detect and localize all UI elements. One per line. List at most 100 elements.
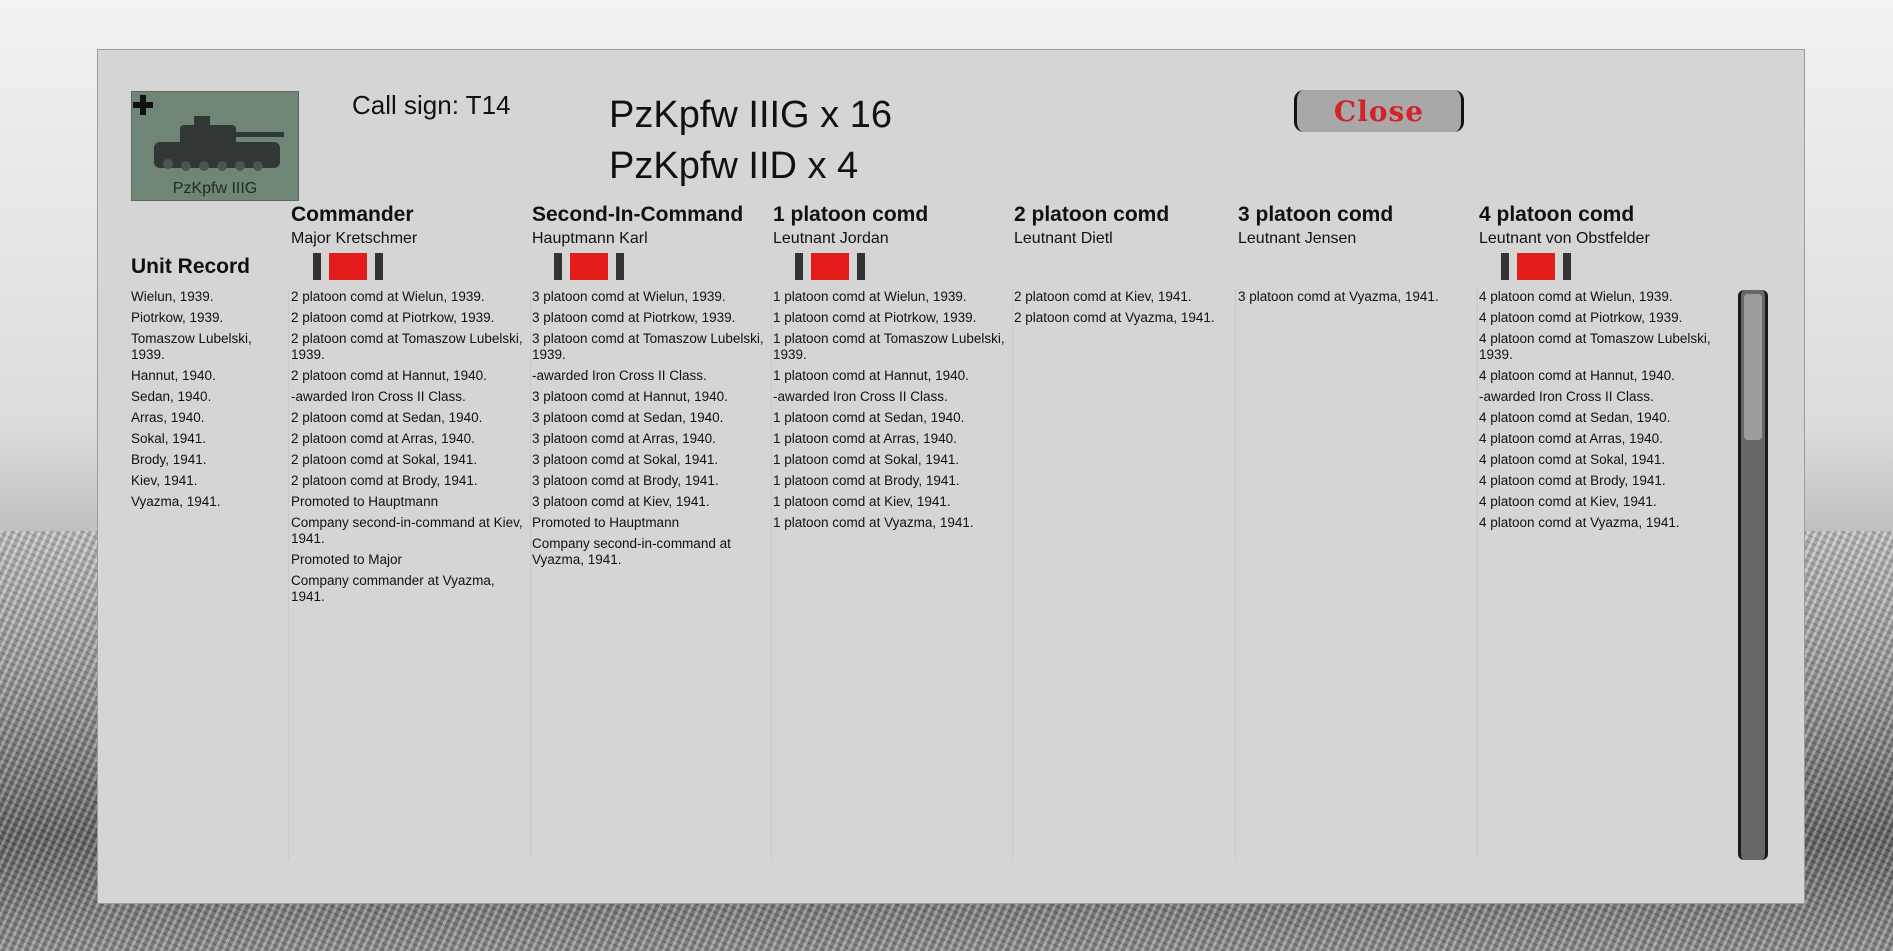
unit-record-title: Unit Record [131,255,251,278]
record-entry: 1 platoon comd at Tomaszow Lubelski, 193… [773,331,1005,362]
officer-name: Leutnant Dietl [1014,230,1113,247]
record-entry: 3 platoon comd at Sokal, 1941. [532,452,719,467]
unit-line: PzKpfw IID x 4 [609,145,859,187]
record-entry: 4 platoon comd at Wielun, 1939. [1479,289,1673,304]
record-entry: 1 platoon comd at Hannut, 1940. [773,368,969,383]
commander-header: Commander Major Kretschmer [291,203,417,248]
unit-record-panel: PzKpfw IIIG Call sign: T14 PzKpfw IIIG x… [97,49,1805,904]
record-entry: 4 platoon comd at Piotrkow, 1939. [1479,310,1683,325]
record-entry: 4 platoon comd at Vyazma, 1941. [1479,515,1680,530]
unit-portrait: PzKpfw IIIG [131,91,299,201]
vertical-scrollbar[interactable] [1738,290,1768,860]
call-sign: Call sign: T14 [352,90,511,120]
iron-cross-ribbon-icon [795,253,865,280]
record-entry: 1 platoon comd at Sokal, 1941. [773,452,960,467]
record-entry: Sedan, 1940. [131,389,212,404]
record-entry: Company second-in-command at Vyazma, 194… [532,536,731,567]
record-entry: 2 platoon comd at Kiev, 1941. [1014,289,1192,304]
record-entry: -awarded Iron Cross II Class. [291,389,466,404]
record-entry: -awarded Iron Cross II Class. [773,389,948,404]
record-entry: 4 platoon comd at Sokal, 1941. [1479,452,1666,467]
record-entry: -awarded Iron Cross II Class. [532,368,707,383]
unit-record-column: Wielun, 1939. Piotrkow, 1939. Tomaszow Lub… [131,289,289,859]
platoon-4-record-column: 4 platoon comd at Wielun, 1939. 4 platoon… [1479,289,1719,859]
record-entry: -awarded Iron Cross II Class. [1479,389,1654,404]
unit-image-label: PzKpfw IIIG [172,180,258,197]
record-entry: 1 platoon comd at Kiev, 1941. [773,494,951,509]
record-entry: Tomaszow Lubelski, 1939. [131,331,252,362]
record-entry: Arras, 1940. [131,410,205,425]
record-entry: 3 platoon comd at Brody, 1941. [532,473,719,488]
officer-name: Leutnant Jensen [1238,230,1357,247]
column-title: 3 platoon comd [1238,203,1394,226]
record-entry: Promoted to Hauptmann [532,515,680,530]
platoon-4-header: 4 platoon comd Leutnant von Obstfelder [1479,203,1650,248]
record-entry: 3 platoon comd at Hannut, 1940. [532,389,728,404]
record-entry: 3 platoon comd at Tomaszow Lubelski, 193… [532,331,764,362]
column-title: 4 platoon comd [1479,203,1635,226]
record-entry: Piotrkow, 1939. [131,310,224,325]
record-entry: 4 platoon comd at Brody, 1941. [1479,473,1666,488]
record-entry: 4 platoon comd at Arras, 1940. [1479,431,1663,446]
record-entry: Wielun, 1939. [131,289,214,304]
officer-name: Leutnant Jordan [773,230,889,247]
platoon-2-record-column: 2 platoon comd at Kiev, 1941. 2 platoon c… [1014,289,1236,859]
officer-name: Hauptmann Karl [532,230,648,247]
record-entry: 2 platoon comd at Sedan, 1940. [291,410,483,425]
record-entry: 3 platoon comd at Arras, 1940. [532,431,716,446]
record-entry: 4 platoon comd at Kiev, 1941. [1479,494,1657,509]
record-entry: Kiev, 1941. [131,473,198,488]
record-entry: 1 platoon comd at Brody, 1941. [773,473,960,488]
officer-name: Major Kretschmer [291,230,418,247]
platoon-2-header: 2 platoon comd Leutnant Dietl [1014,203,1169,248]
record-entry: 1 platoon comd at Arras, 1940. [773,431,957,446]
officer-name: Leutnant von Obstfelder [1479,230,1650,247]
iron-cross-ribbon-icon [1501,253,1571,280]
record-entry: 1 platoon comd at Wielun, 1939. [773,289,967,304]
second-in-command-record-column: 3 platoon comd at Wielun, 1939. 3 platoon… [532,289,772,859]
unit-line: PzKpfw IIIG x 16 [609,94,892,136]
column-title: 1 platoon comd [773,203,929,226]
commander-record-column: 2 platoon comd at Wielun, 1939. 2 platoon… [291,289,531,859]
record-entry: Promoted to Major [291,552,403,567]
platoon-3-header: 3 platoon comd Leutnant Jensen [1238,203,1393,248]
record-entry: 3 platoon comd at Piotrkow, 1939. [532,310,736,325]
record-entry: 1 platoon comd at Piotrkow, 1939. [773,310,977,325]
unit-composition: PzKpfw IIIG x 16 PzKpfw IID x 4 [609,90,892,192]
column-title: Second-In-Command [532,203,744,226]
record-entry: 3 platoon comd at Sedan, 1940. [532,410,724,425]
column-title: 2 platoon comd [1014,203,1170,226]
column-title: Commander [291,203,414,226]
record-entry: 1 platoon comd at Vyazma, 1941. [773,515,974,530]
record-entry: 2 platoon comd at Sokal, 1941. [291,452,478,467]
record-entry: Sokal, 1941. [131,431,207,446]
record-entry: Company commander at Vyazma, 1941. [291,573,495,604]
record-entry: 2 platoon comd at Tomaszow Lubelski, 193… [291,331,523,362]
record-entry: 1 platoon comd at Sedan, 1940. [773,410,965,425]
record-entry: 2 platoon comd at Vyazma, 1941. [1014,310,1215,325]
iron-cross-ribbon-icon [313,253,383,280]
record-entry: 3 platoon comd at Kiev, 1941. [532,494,710,509]
record-entry: 3 platoon comd at Vyazma, 1941. [1238,289,1439,304]
record-entry: 4 platoon comd at Sedan, 1940. [1479,410,1671,425]
platoon-1-record-column: 1 platoon comd at Wielun, 1939. 1 platoon… [773,289,1013,859]
scrollbar-thumb[interactable] [1744,294,1762,440]
record-entry: 2 platoon comd at Hannut, 1940. [291,368,487,383]
record-entry: 2 platoon comd at Arras, 1940. [291,431,475,446]
record-entry: 2 platoon comd at Piotrkow, 1939. [291,310,495,325]
record-entry: Brody, 1941. [131,452,207,467]
record-entry: Hannut, 1940. [131,368,216,383]
record-entry: 2 platoon comd at Brody, 1941. [291,473,478,488]
record-entry: 4 platoon comd at Hannut, 1940. [1479,368,1675,383]
close-button[interactable]: Close [1294,90,1464,132]
record-entry: 3 platoon comd at Wielun, 1939. [532,289,726,304]
record-entry: Promoted to Hauptmann [291,494,439,509]
platoon-1-header: 1 platoon comd Leutnant Jordan [773,203,928,248]
record-entry: Company second-in-command at Kiev, 1941. [291,515,523,546]
platoon-3-record-column: 3 platoon comd at Vyazma, 1941. [1238,289,1478,859]
balkenkreuz-icon [133,95,153,115]
iron-cross-ribbon-icon [554,253,624,280]
record-entry: 2 platoon comd at Wielun, 1939. [291,289,485,304]
record-entry: 4 platoon comd at Tomaszow Lubelski, 193… [1479,331,1711,362]
record-entry: Vyazma, 1941. [131,494,221,509]
